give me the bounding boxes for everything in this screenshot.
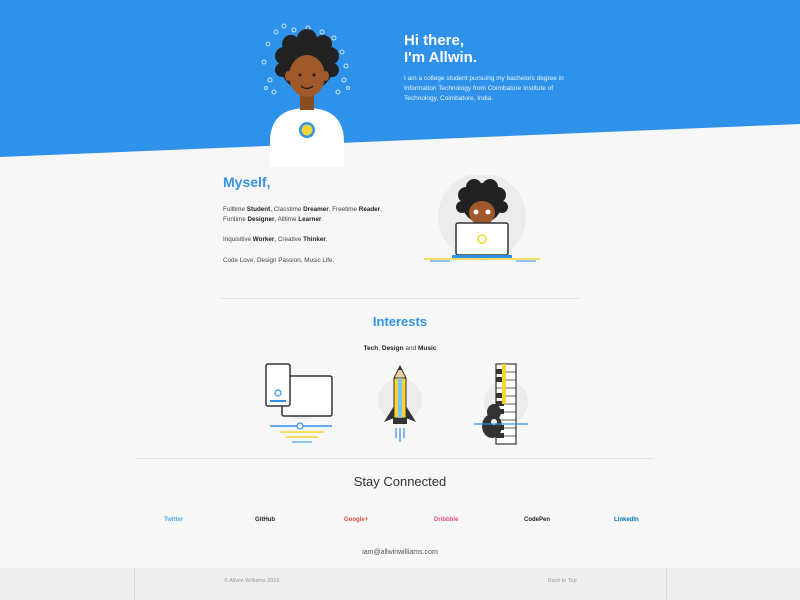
email-link[interactable]: iam@allwinwilliams.com <box>0 549 800 556</box>
tech-devices-icon <box>265 363 333 443</box>
music-guitar-keyboard-icon <box>474 363 528 445</box>
twitter-link[interactable]: Twitter <box>164 517 183 523</box>
section-divider-2 <box>136 458 654 459</box>
myself-traits: Inquisitive Worker, Creative Thinker. <box>223 236 328 243</box>
hero-title-line-2: I'm Allwin. <box>404 49 478 66</box>
github-link[interactable]: GitHub <box>255 517 275 523</box>
footer <box>0 568 800 600</box>
codepen-link[interactable]: CodePen <box>524 517 550 523</box>
copyright-text: © Allwin Williams 2016 <box>224 578 280 584</box>
dribbble-link[interactable]: Dribbble <box>434 517 458 523</box>
myself-heading: Myself, <box>223 174 271 190</box>
avatar-illustration <box>261 23 350 167</box>
footer-right-rule <box>666 568 667 600</box>
interests-subtitle: Tech, Design and Music <box>363 345 437 352</box>
myself-motto: Code Love, Design Passion, Music Life. <box>223 256 335 264</box>
interests-heading: Interests <box>372 314 428 329</box>
stay-connected-heading: Stay Connected <box>353 474 447 489</box>
laptop-avatar-illustration <box>424 175 540 262</box>
footer-left-rule <box>134 568 135 600</box>
hero-background <box>0 0 800 157</box>
design-pencil-rocket-icon <box>378 364 422 442</box>
myself-roles: Fulltime Student, Classtime Dreamer, Fre… <box>223 206 382 223</box>
back-to-top-link[interactable]: Back to Top <box>548 578 577 584</box>
linkedin-link[interactable]: LinkedIn <box>614 517 639 523</box>
myself-text: Fulltime Student, Classtime Dreamer, Fre… <box>223 205 403 276</box>
hero-title: Hi there, I'm Allwin. <box>404 32 477 66</box>
hero-description: I am a college student pursuing my bache… <box>404 75 564 102</box>
section-divider <box>220 298 580 299</box>
hero-title-line-1: Hi there, <box>404 32 465 49</box>
hero-section: Hi there, I'm Allwin. I am a college stu… <box>0 0 800 167</box>
google-plus-link[interactable]: Google+ <box>344 517 368 523</box>
